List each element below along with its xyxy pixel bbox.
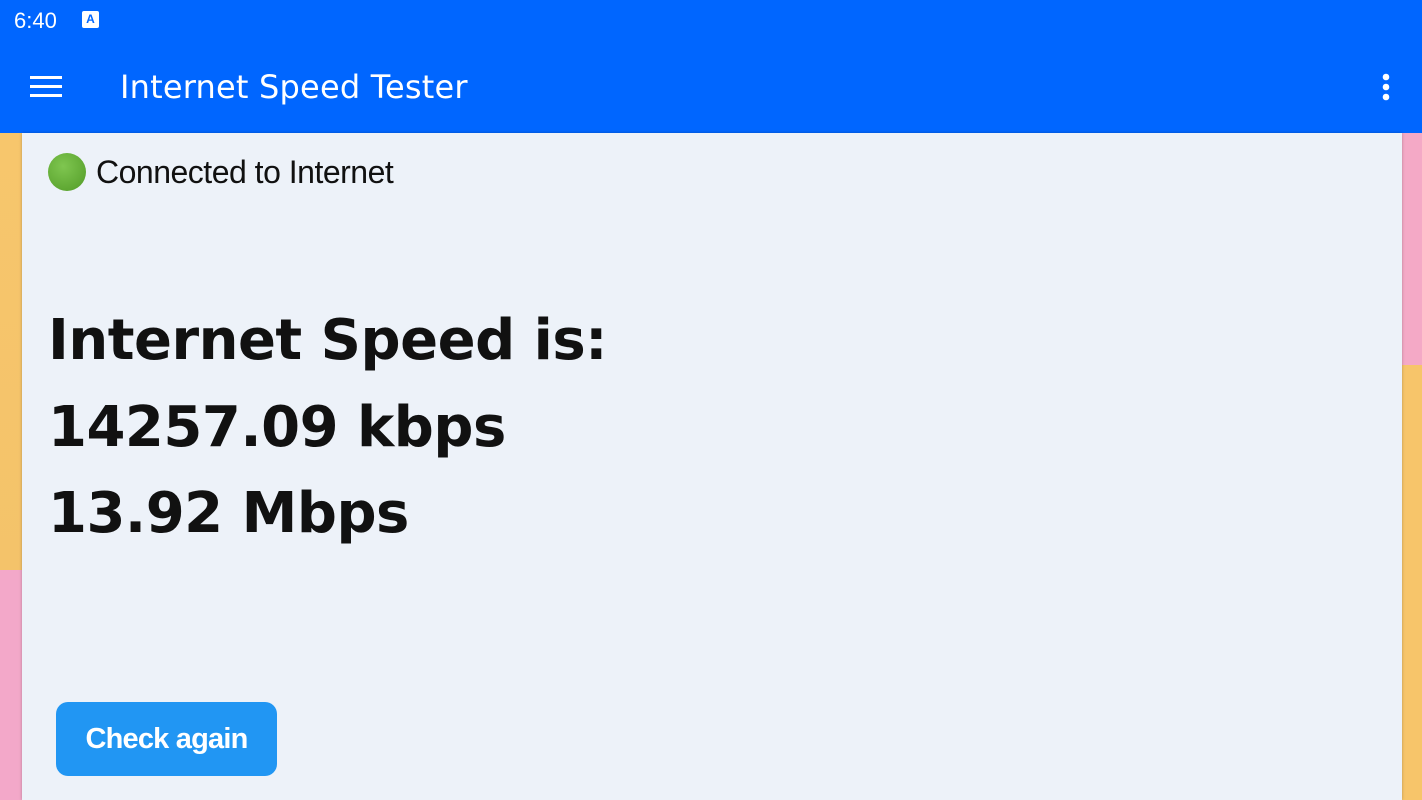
speed-kbps-value: 14257.09 kbps [48,395,506,460]
speed-mbps-value: 13.92 Mbps [48,481,409,546]
status-time: 6:40 [14,8,57,33]
connection-status: Connected to Internet [48,153,394,191]
more-vert-icon [1382,73,1390,101]
menu-button[interactable] [22,66,70,108]
wallpaper-left-top [0,133,24,578]
check-again-button[interactable]: Check again [56,702,277,776]
hamburger-menu-icon [30,76,62,97]
wallpaper-left-bottom [0,570,24,800]
content-card: Connected to Internet Internet Speed is:… [22,133,1402,800]
notification-icon: A [82,11,99,28]
wallpaper-right-bottom [1400,365,1422,800]
connection-status-text: Connected to Internet [96,153,394,190]
app-title: Internet Speed Tester [120,68,468,106]
wallpaper-right-top [1400,133,1422,373]
overflow-menu-button[interactable] [1366,64,1406,110]
app-bar: Internet Speed Tester [0,42,1422,133]
speed-heading: Internet Speed is: [48,308,608,373]
connected-indicator-icon [48,153,86,191]
status-bar: 6:40 A [0,0,1422,42]
